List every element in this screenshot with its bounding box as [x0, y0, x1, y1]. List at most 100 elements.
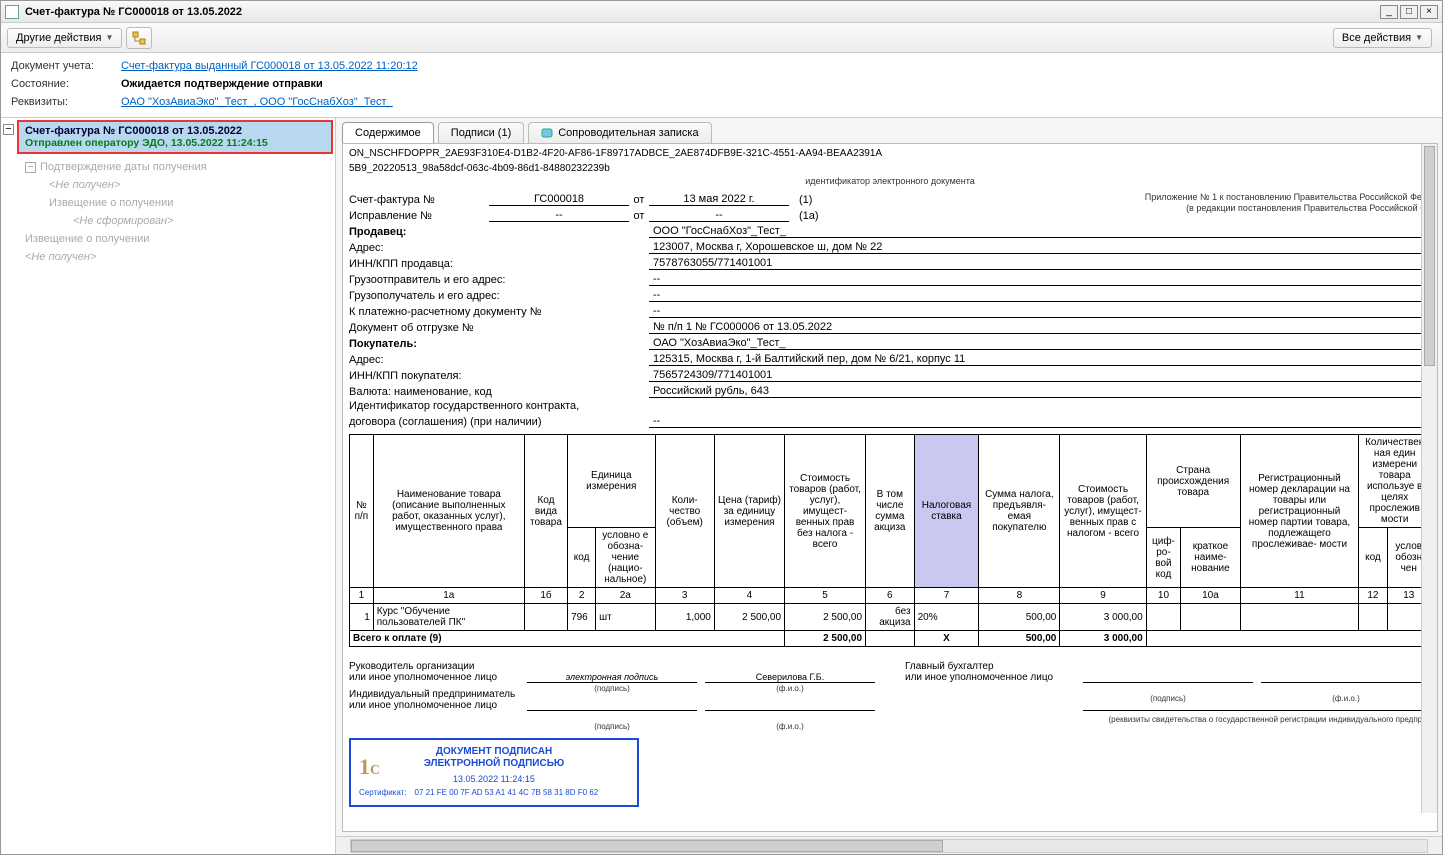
tree-item[interactable]: −Подтверждение даты получения	[25, 158, 333, 176]
col-num: 4	[714, 588, 784, 604]
sign-value: электронная подпись	[566, 672, 658, 682]
col-num: 12	[1359, 588, 1387, 604]
tab-signatures[interactable]: Подписи (1)	[438, 122, 524, 143]
horizontal-scrollbar[interactable]	[350, 839, 1428, 853]
cell	[1146, 631, 1430, 647]
col-header: № п/п	[350, 435, 374, 588]
1c-logo-icon: 1C	[359, 754, 380, 780]
sign-label: Индивидуальный предприниматель	[349, 689, 519, 700]
field-label: Идентификатор государственного контракта…	[349, 400, 649, 412]
stamp-cert-value: 07 21 FE 00 7F AD 53 A1 41 4C 7B 58 31 8…	[415, 788, 599, 797]
col-header: циф- ро- вой код	[1146, 528, 1181, 588]
col-header: код	[568, 528, 596, 588]
scrollbar-thumb[interactable]	[351, 840, 943, 852]
all-actions-button[interactable]: Все действия ▼	[1333, 28, 1432, 48]
tree-pane: − Счет-фактура № ГС000018 от 13.05.2022 …	[1, 118, 336, 854]
table-row: 1 Курс "Обучение пользователей ПК" 796 ш…	[350, 604, 1431, 631]
vertical-scrollbar[interactable]	[1421, 144, 1437, 813]
doc-link[interactable]: Счет-фактура выданный ГС000018 от 13.05.…	[121, 60, 418, 72]
field-value: 13 мая 2022 г.	[649, 193, 789, 206]
req-label: Реквизиты:	[11, 96, 121, 108]
field-value: --	[649, 273, 1431, 286]
window-title: Счет-фактура № ГС000018 от 13.05.2022	[25, 6, 1378, 18]
cell: шт	[596, 604, 655, 631]
col-header: Стоимость товаров (работ, услуг), имущес…	[1060, 435, 1146, 588]
col-header: Сумма налога, предъявля- емая покупателю	[979, 435, 1060, 588]
cell	[524, 604, 567, 631]
state-label: Состояние:	[11, 78, 121, 90]
close-button[interactable]: ×	[1420, 5, 1438, 19]
doc-id-line: ON_NSCHFDOPPR_2AE93F310E4-D1B2-4F20-AF86…	[349, 146, 1431, 161]
field-value: № п/п 1 № ГС000006 от 13.05.2022	[649, 321, 1431, 334]
col-header: Страна происхождения товара	[1146, 435, 1240, 528]
scrollbar-thumb[interactable]	[1424, 146, 1435, 366]
tree-icon-button[interactable]	[126, 27, 152, 49]
other-actions-button[interactable]: Другие действия ▼	[7, 28, 122, 48]
stamp-date: 13.05.2022 11:24:15	[359, 774, 629, 784]
field-label: от	[629, 194, 649, 206]
tree-item[interactable]: Извещение о получении	[25, 194, 333, 212]
tree-item[interactable]: <Не получен>	[25, 248, 333, 266]
field-label: Грузоотправитель и его адрес:	[349, 274, 649, 286]
state-value: Ожидается подтверждение отправки	[121, 78, 323, 90]
minimize-button[interactable]: _	[1380, 5, 1398, 19]
doc-id-caption: идентификатор электронного документа	[349, 176, 1431, 186]
tree-node-title: Счет-фактура № ГС000018 от 13.05.2022	[25, 125, 325, 137]
sign-under: (подпись)	[527, 722, 697, 731]
signature-stamp: 1C ДОКУМЕНТ ПОДПИСАН ЭЛЕКТРОННОЙ ПОДПИСЬ…	[349, 738, 639, 807]
document-viewport[interactable]: ON_NSCHFDOPPR_2AE93F310E4-D1B2-4F20-AF86…	[342, 143, 1438, 832]
cell: 3 000,00	[1060, 631, 1146, 647]
sign-label: Главный бухгалтер	[905, 661, 1075, 672]
tab-content[interactable]: Содержимое	[342, 122, 434, 143]
maximize-button[interactable]: □	[1400, 5, 1418, 19]
stamp-header: ЭЛЕКТРОННОЙ ПОДПИСЬЮ	[359, 758, 629, 770]
cell: Всего к оплате (9)	[350, 631, 785, 647]
collapse-icon[interactable]: −	[25, 162, 36, 173]
header-info: Документ учета: Счет-фактура выданный ГС…	[1, 53, 1442, 117]
total-row: Всего к оплате (9) 2 500,00 X 500,00 3 0…	[350, 631, 1431, 647]
field-label: Исправление №	[349, 210, 489, 222]
cell: 500,00	[979, 604, 1060, 631]
tree-item[interactable]: <Не сформирован>	[25, 212, 333, 230]
tab-note[interactable]: Сопроводительная записка	[528, 122, 711, 143]
field-label: ИНН/КПП продавца:	[349, 258, 649, 270]
tree-label: Извещение о получении	[25, 233, 149, 245]
col-header: Регистрационный номер декларации на това…	[1240, 435, 1359, 588]
field-label: К платежно-расчетному документу №	[349, 306, 649, 318]
cell	[866, 631, 915, 647]
cell: 796	[568, 604, 596, 631]
field-value: ОАО "ХозАвиаЭко"_Тест_	[649, 337, 1431, 350]
tree-item[interactable]: Извещение о получении	[25, 230, 333, 248]
sign-label: или иное уполномоченное лицо	[905, 672, 1075, 683]
field-label: договора (соглашения) (при наличии)	[349, 416, 649, 428]
cell: 500,00	[979, 631, 1060, 647]
collapse-icon[interactable]: −	[3, 124, 14, 135]
chevron-down-icon: ▼	[1415, 33, 1423, 42]
col-num: 3	[655, 588, 714, 604]
tree-item[interactable]: <Не получен>	[25, 176, 333, 194]
cell: 2 500,00	[785, 631, 866, 647]
hierarchy-icon	[132, 31, 146, 45]
sign-under: (подпись)	[1083, 694, 1253, 703]
col-header: Количествен ная един измерени товара исп…	[1359, 435, 1431, 528]
col-num: 9	[1060, 588, 1146, 604]
cell	[1359, 604, 1387, 631]
titlebar: Счет-фактура № ГС000018 от 13.05.2022 _ …	[1, 1, 1442, 23]
sign-label: или иное уполномоченное лицо	[349, 672, 519, 683]
req-link[interactable]: ОАО "ХозАвиаЭко"_Тест_, ООО "ГосСнабХоз"…	[121, 96, 393, 108]
tabs: Содержимое Подписи (1) Сопроводительная …	[336, 118, 1442, 143]
field-label: ИНН/КПП покупателя:	[349, 370, 649, 382]
cell: 1,000	[655, 604, 714, 631]
tree-root-node[interactable]: Счет-фактура № ГС000018 от 13.05.2022 От…	[17, 120, 333, 154]
tab-label: Подписи (1)	[451, 127, 511, 139]
col-header: Наименование товара (описание выполненны…	[373, 435, 524, 588]
col-header: Коли- чество (объем)	[655, 435, 714, 588]
field-value: --	[649, 305, 1431, 318]
field-value: 7578763055/771401001	[649, 257, 1431, 270]
field-note: (1)	[789, 194, 812, 206]
content-pane: Содержимое Подписи (1) Сопроводительная …	[336, 118, 1442, 854]
tab-label: Содержимое	[355, 127, 421, 139]
sign-under: (ф.и.о.)	[1261, 694, 1431, 703]
col-header: Налоговая ставка	[914, 435, 979, 588]
col-num: 10а	[1181, 588, 1240, 604]
